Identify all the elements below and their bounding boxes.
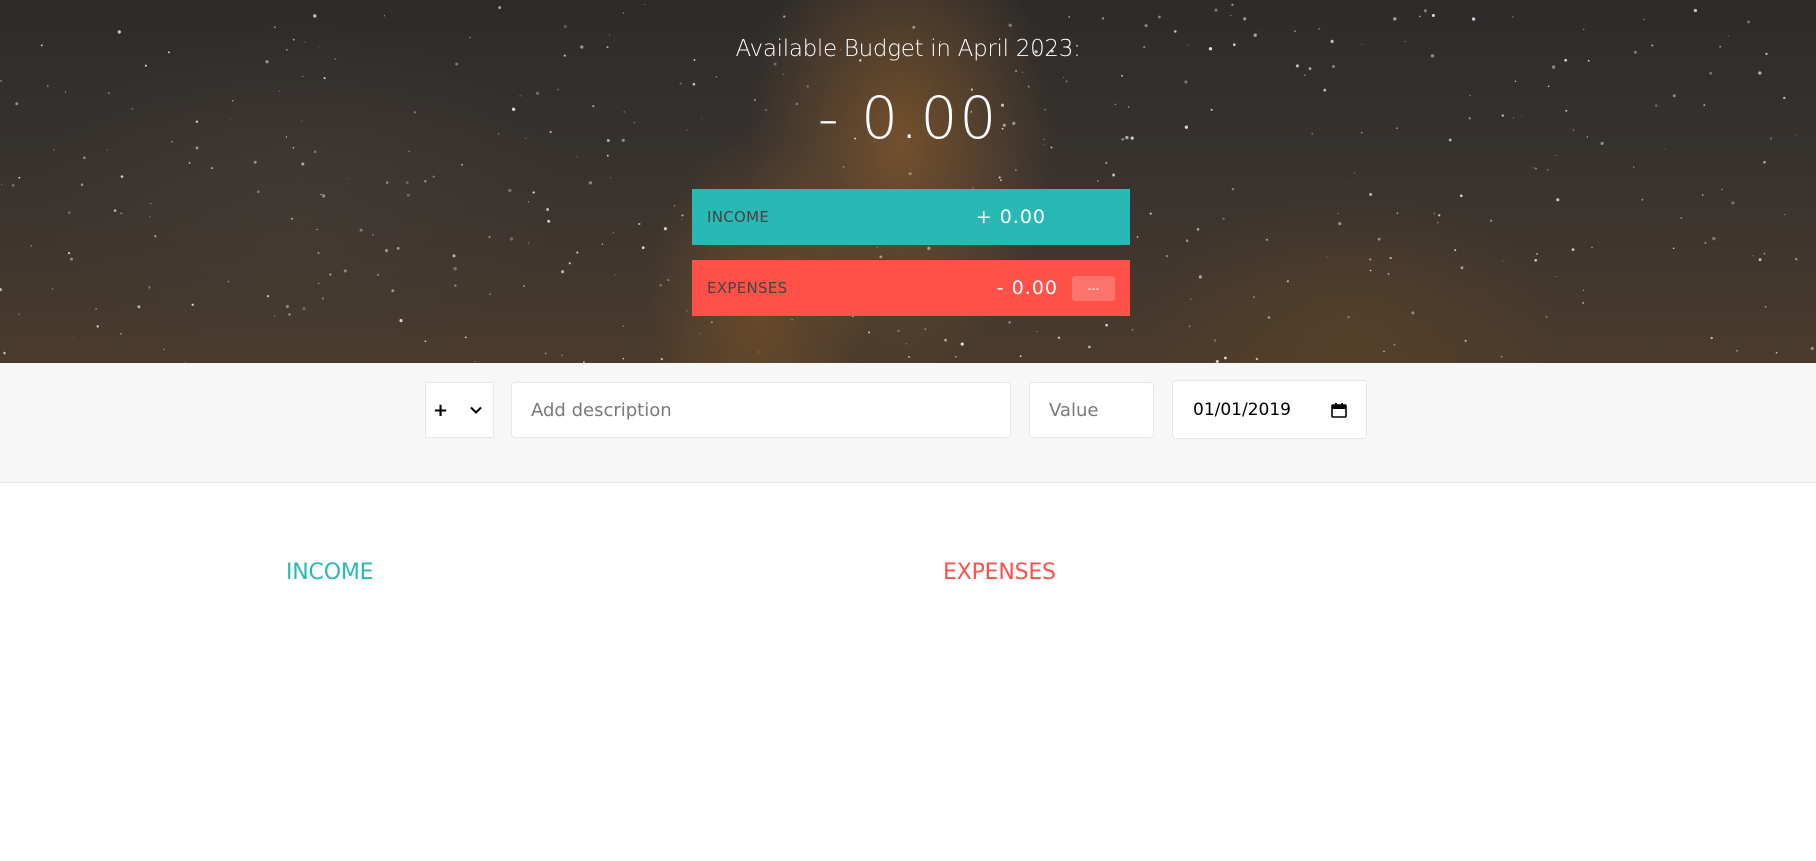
type-select-value: + xyxy=(433,399,449,421)
budget-title: Available Budget in April 2023: xyxy=(735,36,1081,62)
chevron-down-icon xyxy=(470,406,482,414)
date-input[interactable]: 01/01/2019 xyxy=(1172,380,1367,439)
description-input[interactable]: Add description xyxy=(511,382,1011,438)
value-input[interactable]: Value xyxy=(1029,382,1154,438)
calendar-icon[interactable] xyxy=(1330,401,1348,419)
expenses-percentage-badge: --- xyxy=(1072,275,1115,301)
expenses-summary: EXPENSES - 0.00 --- xyxy=(692,260,1130,316)
expenses-summary-label: EXPENSES xyxy=(707,279,788,297)
add-entry-bar: + Add description Value 01/01/2019 xyxy=(0,363,1816,483)
type-select[interactable]: + xyxy=(425,382,494,438)
income-summary-label: INCOME xyxy=(707,208,770,226)
expenses-summary-value: - 0.00 xyxy=(996,277,1058,299)
budget-value: - 0.00 xyxy=(817,84,999,152)
income-summary-value: + 0.00 xyxy=(975,206,1046,228)
date-input-value: 01/01/2019 xyxy=(1193,399,1291,420)
budget-header: Available Budget in April 2023: - 0.00 I… xyxy=(0,0,1816,363)
income-list-title: INCOME xyxy=(286,560,374,585)
income-summary: INCOME + 0.00 xyxy=(692,189,1130,245)
expenses-list-title: EXPENSES xyxy=(943,560,1056,585)
